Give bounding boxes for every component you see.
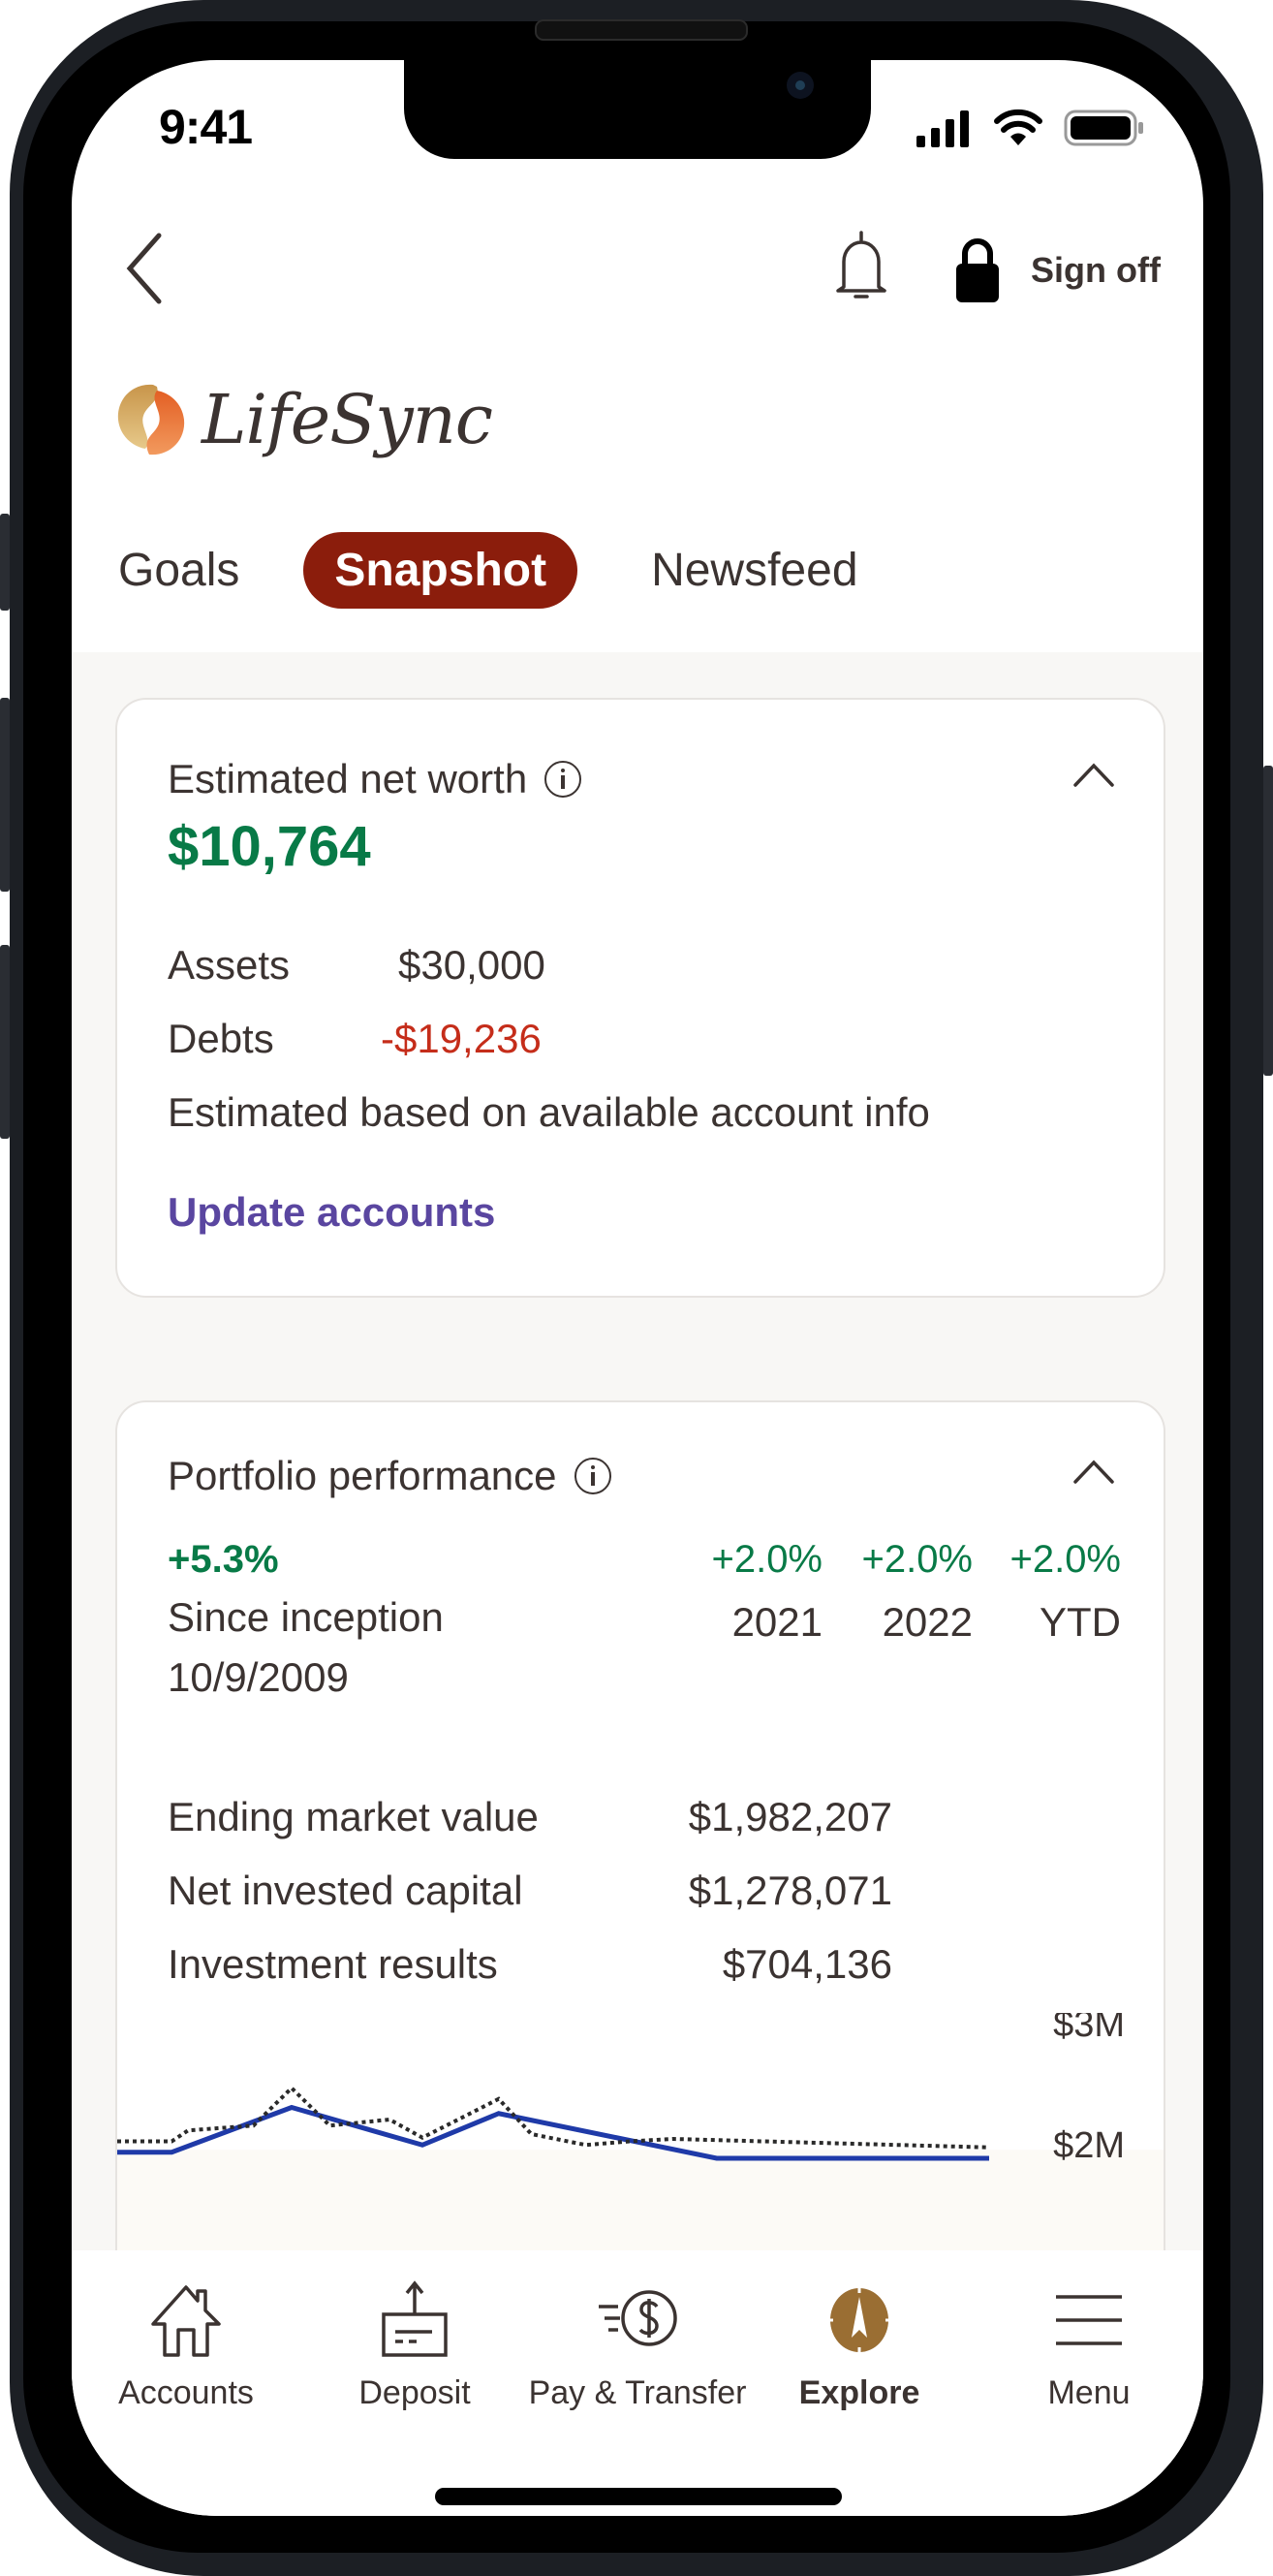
chevron-left-icon[interactable] — [120, 230, 169, 307]
battery-icon — [1064, 110, 1143, 146]
lock-icon — [956, 238, 999, 302]
estimate-note: Estimated based on available account inf… — [168, 1089, 930, 1135]
period-label: 2021 — [731, 1599, 823, 1645]
metric-value: $704,136 — [722, 1941, 892, 1987]
nav-label: Pay & Transfer — [528, 2374, 747, 2411]
update-accounts-link[interactable]: Update accounts — [168, 1189, 495, 1236]
assets-label: Assets — [168, 942, 291, 988]
bottom-nav: Accounts Deposit Pay & Transfer Explore … — [72, 2250, 1203, 2516]
info-icon[interactable] — [574, 1458, 611, 1494]
snapshot-content[interactable]: Estimated net worth $10,764 Assets $30,0… — [72, 652, 1203, 2373]
volume-down-button — [0, 945, 10, 1139]
screen: 9:41 Sign off LifeSync Goals Snapshot Ne… — [72, 60, 1203, 2516]
period-ytd: +2.0% YTD — [976, 1538, 1121, 1646]
portfolio-performance-card: Portfolio performance +5.3% Since incept… — [115, 1400, 1165, 2373]
tab-goals[interactable]: Goals — [118, 530, 270, 611]
chevron-up-icon[interactable] — [1072, 1457, 1115, 1486]
period-2022: +2.0% 2022 — [827, 1538, 973, 1646]
metric-value: $1,278,071 — [688, 1868, 892, 1913]
home-indicator[interactable] — [435, 2488, 842, 2505]
net-worth-title-text: Estimated net worth — [168, 756, 528, 801]
section-tabs: Goals Snapshot Newsfeed — [118, 530, 889, 611]
net-worth-title: Estimated net worth — [168, 756, 582, 802]
nav-pay-transfer[interactable]: Pay & Transfer — [523, 2250, 752, 2412]
compass-icon — [828, 2287, 890, 2353]
period-label: YTD — [1040, 1599, 1121, 1645]
tab-snapshot[interactable]: Snapshot — [303, 532, 578, 609]
chart-series-net-invested-capital — [117, 2085, 990, 2150]
hamburger-menu-icon — [1056, 2295, 1122, 2345]
y-tick-label: $3M — [1053, 2013, 1125, 2045]
lifesync-logo-icon — [117, 384, 185, 456]
period-2021: +2.0% 2021 — [677, 1538, 823, 1646]
nav-label: Accounts — [118, 2374, 254, 2411]
front-camera — [787, 72, 814, 99]
since-inception-label: Since inception — [168, 1594, 444, 1640]
metric-investment-results: Investment results $704,136 — [168, 1941, 892, 1988]
portfolio-title: Portfolio performance — [168, 1453, 611, 1499]
inception-date: 10/9/2009 — [168, 1654, 349, 1700]
bell-icon[interactable] — [832, 227, 890, 304]
sign-off-button[interactable]: Sign off — [1031, 250, 1161, 291]
debts-row: Debts -$19,236 — [168, 1016, 542, 1062]
dollar-transfer-icon — [599, 2290, 677, 2346]
dynamic-notch — [404, 60, 871, 159]
debts-value: -$19,236 — [381, 1016, 542, 1061]
brand-logo: LifeSync — [114, 380, 493, 459]
period-label: 2022 — [882, 1599, 973, 1645]
nav-explore[interactable]: Explore — [745, 2250, 974, 2412]
earpiece-speaker — [535, 19, 748, 41]
assets-row: Assets $30,000 — [168, 942, 545, 989]
nav-accounts[interactable]: Accounts — [72, 2250, 300, 2412]
tab-newsfeed[interactable]: Newsfeed — [620, 530, 888, 611]
metric-ending-market-value: Ending market value $1,982,207 — [168, 1794, 892, 1840]
nav-label: Deposit — [358, 2374, 471, 2411]
house-icon — [151, 2285, 221, 2357]
assets-value: $30,000 — [398, 942, 545, 988]
mute-switch — [0, 514, 10, 611]
period-pct: +2.0% — [1009, 1538, 1121, 1581]
status-icons — [916, 109, 1145, 147]
metric-value: $1,982,207 — [688, 1794, 892, 1839]
portfolio-title-text: Portfolio performance — [168, 1453, 557, 1498]
nav-label: Explore — [798, 2374, 920, 2411]
info-icon[interactable] — [544, 761, 582, 798]
net-worth-value: $10,764 — [168, 815, 371, 878]
period-pct: +2.0% — [711, 1538, 823, 1581]
since-inception-pct: +5.3% — [168, 1538, 279, 1581]
nav-menu[interactable]: Menu — [975, 2250, 1203, 2412]
deposit-check-icon — [382, 2280, 448, 2357]
volume-up-button — [0, 698, 10, 892]
y-tick-label: $2M — [1053, 2125, 1125, 2166]
net-worth-card: Estimated net worth $10,764 Assets $30,0… — [115, 698, 1165, 1298]
nav-label: Menu — [1047, 2374, 1131, 2411]
wifi-icon — [994, 109, 1042, 145]
debts-label: Debts — [168, 1016, 274, 1061]
brand-name: LifeSync — [202, 380, 493, 459]
cellular-signal-icon — [916, 110, 969, 147]
power-button — [1263, 766, 1273, 1076]
chevron-up-icon[interactable] — [1072, 760, 1115, 789]
period-pct: +2.0% — [861, 1538, 973, 1581]
status-time: 9:41 — [159, 100, 253, 154]
nav-deposit[interactable]: Deposit — [300, 2250, 529, 2412]
metric-net-invested-capital: Net invested capital $1,278,071 — [168, 1868, 892, 1914]
